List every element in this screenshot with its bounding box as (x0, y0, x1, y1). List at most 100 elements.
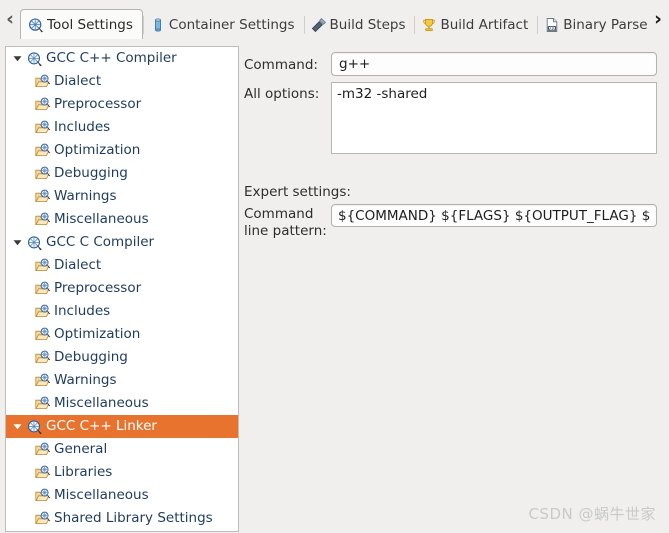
tree-item-label: Shared Library Settings (54, 509, 213, 526)
binary-parsers-icon: 010 (546, 18, 558, 32)
settings-folder-icon (35, 373, 51, 386)
tab-build-artifact[interactable]: Build Artifact (414, 11, 537, 39)
tree-item-label: Miscellaneous (54, 486, 149, 503)
command-line-pattern-label: Command line pattern: (244, 206, 332, 240)
tab-tool-settings[interactable]: Tool Settings (20, 9, 143, 39)
settings-folder-icon (35, 74, 51, 87)
compiler-globe-icon (27, 419, 42, 434)
tree-item-label: Dialect (54, 256, 102, 273)
tree-item-miscellaneous[interactable]: Miscellaneous (6, 484, 238, 507)
tab-binary-parsers[interactable]: 010 Binary Parsers (537, 11, 647, 39)
settings-folder-icon (35, 166, 51, 179)
tree-item-preprocessor[interactable]: Preprocessor (6, 93, 238, 116)
tree-item-miscellaneous[interactable]: Miscellaneous (6, 392, 238, 415)
tree-item-dialect[interactable]: Dialect (6, 70, 238, 93)
settings-folder-icon (35, 350, 51, 363)
compiler-globe-icon (27, 51, 42, 66)
tree-item-label: Debugging (54, 164, 128, 181)
tab-label: Build Artifact (440, 17, 529, 33)
settings-folder-icon (35, 327, 51, 340)
settings-content: GCC C++ Compiler Dialect Preprocessor Inclu… (0, 39, 669, 533)
tree-item-label: GCC C Compiler (46, 233, 155, 250)
chevron-down-icon[interactable] (12, 415, 27, 438)
tree-item-debugging[interactable]: Debugging (6, 162, 238, 185)
settings-folder-icon (35, 511, 51, 524)
tree-item-label: Warnings (54, 187, 117, 204)
expert-settings-label: Expert settings: (244, 184, 351, 200)
tree-item-optimization[interactable]: Optimization (6, 139, 238, 162)
settings-folder-icon (35, 212, 51, 225)
settings-folder-icon (35, 97, 51, 110)
tab-list: Tool Settings Container Settings Build Ste… (20, 0, 647, 39)
tab-separator (537, 16, 539, 34)
tree-item-label: Miscellaneous (54, 210, 149, 227)
tree-item-label: Dialect (54, 72, 102, 89)
tree-item-miscellaneous[interactable]: Miscellaneous (6, 208, 238, 231)
tree-item-label: GCC C++ Compiler (46, 49, 177, 66)
svg-text:010: 010 (548, 26, 556, 31)
watermark-text: CSDN @蜗牛世家 (528, 505, 656, 523)
pattern-label-line1: Command (244, 206, 314, 222)
tab-separator (303, 16, 305, 34)
tree-item-warnings[interactable]: Warnings (6, 185, 238, 208)
all-options-label: All options: (244, 86, 320, 102)
tree-item-label: Optimization (54, 141, 141, 158)
chevron-down-icon[interactable] (12, 47, 27, 70)
settings-folder-icon (35, 304, 51, 317)
tab-bar: ‹ Tool Settings Container Settings Build S… (0, 0, 669, 39)
tree-item-warnings[interactable]: Warnings (6, 369, 238, 392)
tree-item-label: Warnings (54, 371, 117, 388)
tree-item-gcc-c-compiler[interactable]: GCC C Compiler (6, 231, 238, 254)
settings-folder-icon (35, 281, 51, 294)
tool-settings-icon (29, 17, 43, 32)
tab-separator (414, 16, 416, 34)
tree-item-shared-library-settings[interactable]: Shared Library Settings (6, 507, 238, 530)
tree-item-label: GCC C++ Linker (46, 417, 157, 434)
tree-item-debugging[interactable]: Debugging (6, 346, 238, 369)
command-line-pattern-input[interactable] (331, 204, 657, 227)
tree-item-label: Debugging (54, 348, 128, 365)
settings-folder-icon (35, 120, 51, 133)
tab-build-steps[interactable]: Build Steps (303, 11, 415, 39)
build-artifact-icon (423, 19, 436, 32)
tree-item-includes[interactable]: Includes (6, 116, 238, 139)
settings-folder-icon (35, 396, 51, 409)
tree-item-dialect[interactable]: Dialect (6, 254, 238, 277)
chevron-down-icon[interactable] (12, 231, 27, 254)
tree-item-gcc-c-compiler[interactable]: GCC C++ Compiler (6, 47, 238, 70)
settings-folder-icon (35, 189, 51, 202)
tab-label: Container Settings (168, 17, 295, 33)
tree-item-general[interactable]: General (6, 438, 238, 461)
tree-item-label: Optimization (54, 325, 141, 342)
tab-scroll-right-icon[interactable]: › (647, 0, 669, 39)
tab-separator (142, 16, 144, 34)
tree-item-includes[interactable]: Includes (6, 300, 238, 323)
tool-settings-form: Command: All options: -m32 -shared Exper… (239, 39, 669, 533)
settings-folder-icon (35, 465, 51, 478)
settings-folder-icon (35, 258, 51, 271)
settings-folder-icon (35, 442, 51, 455)
build-steps-icon (311, 18, 326, 33)
tree-item-preprocessor[interactable]: Preprocessor (6, 277, 238, 300)
all-options-textarea[interactable]: -m32 -shared (331, 82, 657, 154)
pattern-label-line2: line pattern: (244, 223, 327, 239)
tree-item-label: Includes (54, 118, 111, 135)
tab-label: Binary Parsers (563, 17, 647, 33)
tree-item-optimization[interactable]: Optimization (6, 323, 238, 346)
tree-item-gcc-c-linker[interactable]: GCC C++ Linker (6, 415, 238, 438)
tab-container-settings[interactable]: Container Settings (142, 11, 304, 39)
tab-scroll-left-icon[interactable]: ‹ (0, 0, 20, 39)
tree-item-label: Includes (54, 302, 111, 319)
tree-item-label: Preprocessor (54, 279, 142, 296)
tree-item-libraries[interactable]: Libraries (6, 461, 238, 484)
tree-item-label: Libraries (54, 463, 113, 480)
settings-folder-icon (35, 488, 51, 501)
settings-folder-icon (35, 143, 51, 156)
command-input[interactable] (331, 52, 657, 76)
settings-tree[interactable]: GCC C++ Compiler Dialect Preprocessor Inclu… (5, 46, 239, 532)
tree-item-label: General (54, 440, 108, 457)
compiler-globe-icon (27, 235, 42, 250)
tab-label: Tool Settings (47, 16, 133, 33)
tree-item-label: Miscellaneous (54, 394, 149, 411)
container-settings-icon (154, 18, 161, 32)
